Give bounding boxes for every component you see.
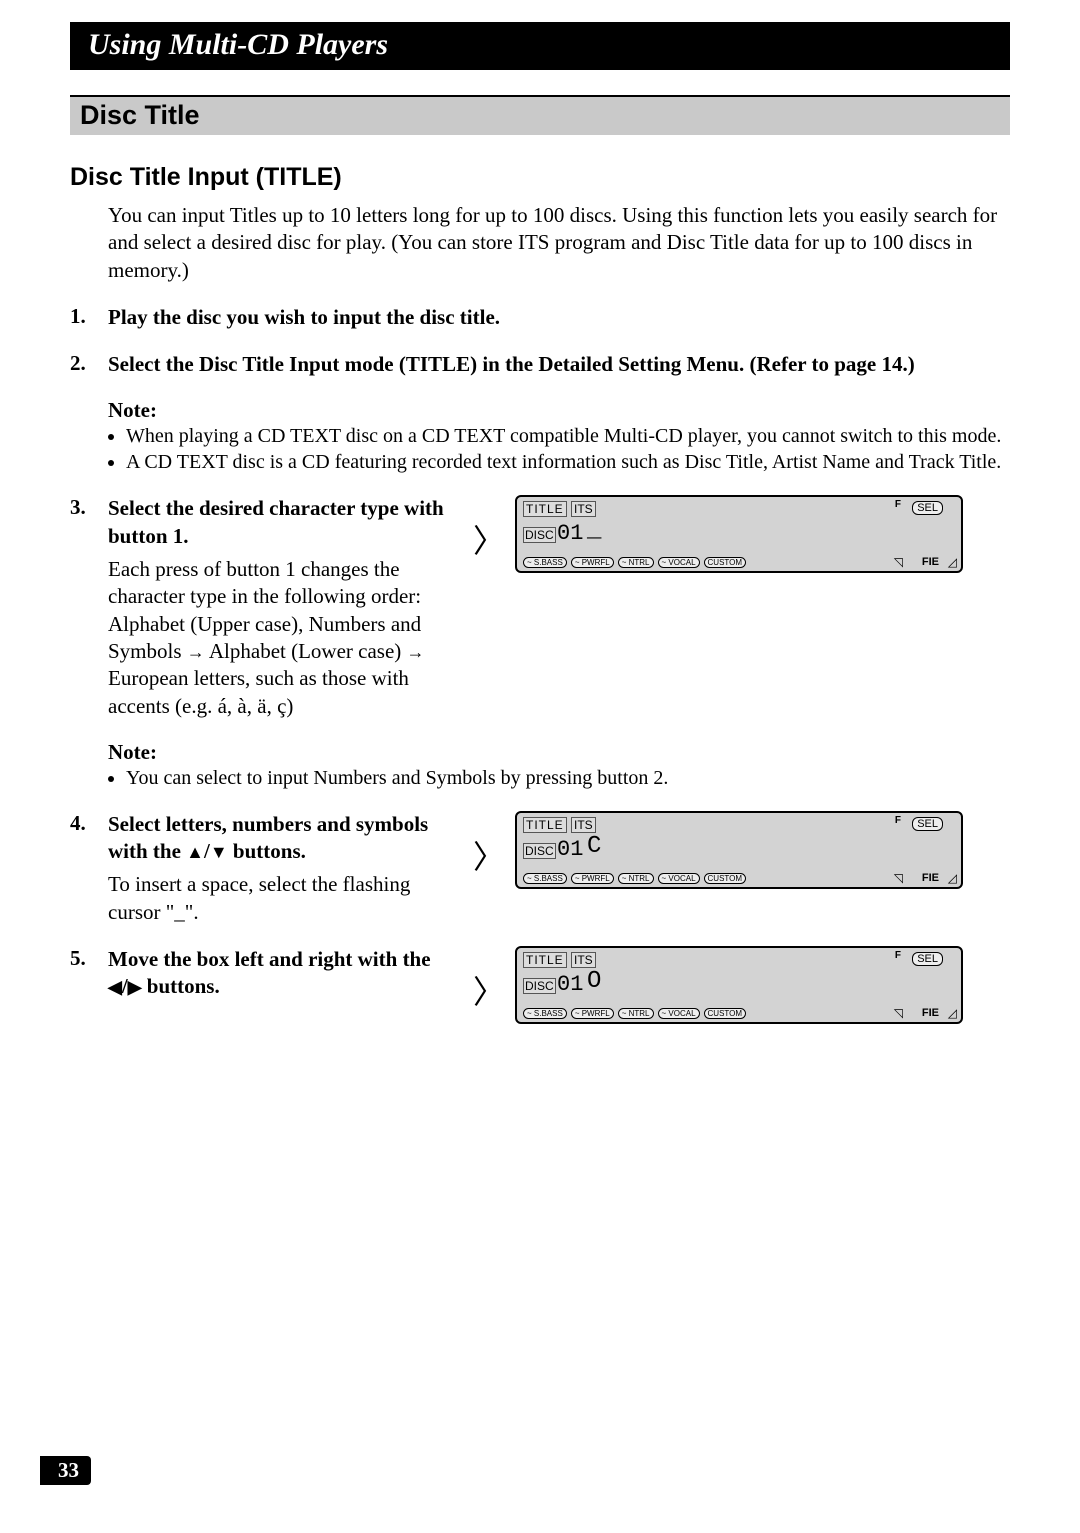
step-2-title: Select the Disc Title Input mode (TITLE)… (108, 351, 1010, 378)
lcd-cursor: O (587, 968, 601, 995)
lcd-f-label: F (895, 499, 901, 510)
lcd-disc-label: DISC (523, 527, 556, 543)
step-5: 5. Move the box left and right with the … (70, 946, 1010, 1024)
lcd-pill-sbass: ~ S.BASS (523, 557, 567, 568)
lcd-pill-custom: CUSTOM (704, 873, 747, 884)
lcd-cursor: C (587, 833, 601, 860)
step-3-title: Select the desired character type with b… (108, 495, 453, 550)
step-3-num: 3. (70, 495, 86, 520)
lcd-pill-pwr: ~ PWRFL (571, 873, 614, 884)
lcd-pill-ntrl: ~ NTRL (618, 557, 654, 568)
lcd-pill-ntrl: ~ NTRL (618, 1008, 654, 1019)
lcd-corner-left-icon: ◹ (894, 871, 903, 885)
lcd-sel-label: SEL (912, 817, 943, 831)
lcd-fie-label: FIE (922, 872, 939, 884)
lcd-disc-number: 01 (557, 521, 583, 546)
lcd-pill-ntrl: ~ NTRL (618, 873, 654, 884)
step-1-title: Play the disc you wish to input the disc… (108, 304, 1010, 331)
lcd-pill-vocal: ~ VOCAL (658, 873, 700, 884)
subsection-title: Disc Title Input (TITLE) (70, 163, 1010, 192)
step-3-desc-b2: Alphabet (Lower case) (205, 639, 407, 663)
lcd-fie-label: FIE (922, 1007, 939, 1019)
lcd-bottom-pills: ~ S.BASS ~ PWRFL ~ NTRL ~ VOCAL CUSTOM (523, 557, 746, 568)
lcd-sel-label: SEL (912, 501, 943, 515)
note-2-label: Note: (108, 740, 1010, 765)
step-4-desc: To insert a space, select the flashing c… (108, 871, 453, 926)
lcd-display-2: TITLE ITS DISC 01 C F SEL FIE ◹ ◿ ~ S.BA… (515, 811, 963, 889)
step-3-desc-a: Each press of button 1 changes the chara… (108, 556, 453, 611)
lcd-f-label: F (895, 815, 901, 826)
lcd-sel-label: SEL (912, 952, 943, 966)
pointer-icon: 〉 (473, 962, 505, 1008)
lcd-corner-left-icon: ◹ (894, 1006, 903, 1020)
lcd-corner-right-icon: ◿ (948, 1006, 957, 1020)
lcd-fie-label: FIE (922, 556, 939, 568)
lcd-display-3: TITLE ITS DISC 01 O F SEL FIE ◹ ◿ ~ S.BA… (515, 946, 963, 1024)
step-5-title-b: buttons. (142, 974, 220, 998)
section-title-bar: Disc Title (70, 95, 1010, 135)
lcd-f-label: F (895, 950, 901, 961)
arrow-right-icon: → (187, 642, 205, 662)
lcd-cursor: _ (587, 517, 601, 544)
note-block-1: Note: When playing a CD TEXT disc on a C… (108, 398, 1010, 475)
note-2-item-a: You can select to input Numbers and Symb… (126, 765, 1010, 791)
step-3: 3. Select the desired character type wit… (70, 495, 1010, 719)
note-1-item-b: A CD TEXT disc is a CD featuring recorde… (126, 449, 1010, 475)
lcd-pill-pwr: ~ PWRFL (571, 557, 614, 568)
step-4: 4. Select letters, numbers and symbols w… (70, 811, 1010, 926)
lcd-its-label: ITS (571, 817, 596, 833)
lcd-disc-number: 01 (557, 837, 583, 862)
pointer-icon: 〉 (473, 511, 505, 557)
lcd-bottom-pills: ~ S.BASS ~ PWRFL ~ NTRL ~ VOCAL CUSTOM (523, 873, 746, 884)
step-1: 1. Play the disc you wish to input the d… (70, 304, 1010, 331)
lcd-its-label: ITS (571, 952, 596, 968)
lcd-title-label: TITLE (523, 501, 567, 517)
pointer-icon: 〉 (473, 827, 505, 873)
triangle-left-icon: ◀ (108, 977, 122, 997)
step-3-desc-b3: European letters, such as those with acc… (108, 666, 409, 717)
step-4-title: Select letters, numbers and symbols with… (108, 811, 453, 866)
lcd-title-label: TITLE (523, 817, 567, 833)
lcd-display-1: TITLE ITS DISC 01 _ F SEL FIE ◹ ◿ ~ S.BA… (515, 495, 963, 573)
lcd-corner-left-icon: ◹ (894, 555, 903, 569)
lcd-pill-pwr: ~ PWRFL (571, 1008, 614, 1019)
step-4-num: 4. (70, 811, 86, 836)
lcd-its-label: ITS (571, 501, 596, 517)
lcd-disc-label: DISC (523, 978, 556, 994)
step-5-title-a: Move the box left and right with the (108, 947, 431, 971)
lcd-pill-vocal: ~ VOCAL (658, 1008, 700, 1019)
lcd-title-label: TITLE (523, 952, 567, 968)
step-1-num: 1. (70, 304, 86, 329)
intro-paragraph: You can input Titles up to 10 letters lo… (108, 202, 1010, 284)
triangle-right-icon: ▶ (128, 977, 142, 997)
triangle-up-icon: ▲ (186, 842, 204, 862)
lcd-disc-number: 01 (557, 972, 583, 997)
note-1-item-a: When playing a CD TEXT disc on a CD TEXT… (126, 423, 1010, 449)
lcd-corner-right-icon: ◿ (948, 871, 957, 885)
step-5-num: 5. (70, 946, 86, 971)
lcd-pill-custom: CUSTOM (704, 557, 747, 568)
lcd-pill-vocal: ~ VOCAL (658, 557, 700, 568)
step-3-desc-b: Alphabet (Upper case), Numbers and Symbo… (108, 611, 453, 720)
lcd-bottom-pills: ~ S.BASS ~ PWRFL ~ NTRL ~ VOCAL CUSTOM (523, 1008, 746, 1019)
step-2: 2. Select the Disc Title Input mode (TIT… (70, 351, 1010, 378)
triangle-down-icon: ▼ (210, 842, 228, 862)
arrow-right-icon: → (407, 642, 425, 662)
note-block-2: Note: You can select to input Numbers an… (108, 740, 1010, 791)
lcd-disc-label: DISC (523, 843, 556, 859)
step-2-num: 2. (70, 351, 86, 376)
chapter-title-bar: Using Multi-CD Players (70, 22, 1010, 70)
lcd-corner-right-icon: ◿ (948, 555, 957, 569)
step-5-title: Move the box left and right with the ◀/▶… (108, 946, 453, 1001)
note-1-label: Note: (108, 398, 1010, 423)
lcd-pill-custom: CUSTOM (704, 1008, 747, 1019)
lcd-pill-sbass: ~ S.BASS (523, 1008, 567, 1019)
page-number: 33 (40, 1456, 91, 1485)
lcd-pill-sbass: ~ S.BASS (523, 873, 567, 884)
step-4-title-b: buttons. (228, 839, 306, 863)
